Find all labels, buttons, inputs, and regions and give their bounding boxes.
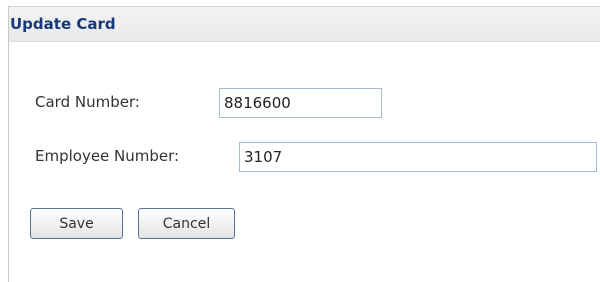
panel-title: Update Card: [10, 15, 116, 33]
update-card-panel: Update Card Card Number: Employee Number…: [8, 6, 600, 282]
card-number-input[interactable]: [219, 88, 382, 118]
employee-number-label: Employee Number:: [35, 147, 180, 165]
cancel-button[interactable]: Cancel: [138, 208, 235, 239]
card-number-label: Card Number:: [35, 93, 140, 111]
panel-header: Update Card: [9, 7, 600, 42]
save-button[interactable]: Save: [30, 208, 123, 239]
employee-number-input[interactable]: [239, 142, 597, 172]
